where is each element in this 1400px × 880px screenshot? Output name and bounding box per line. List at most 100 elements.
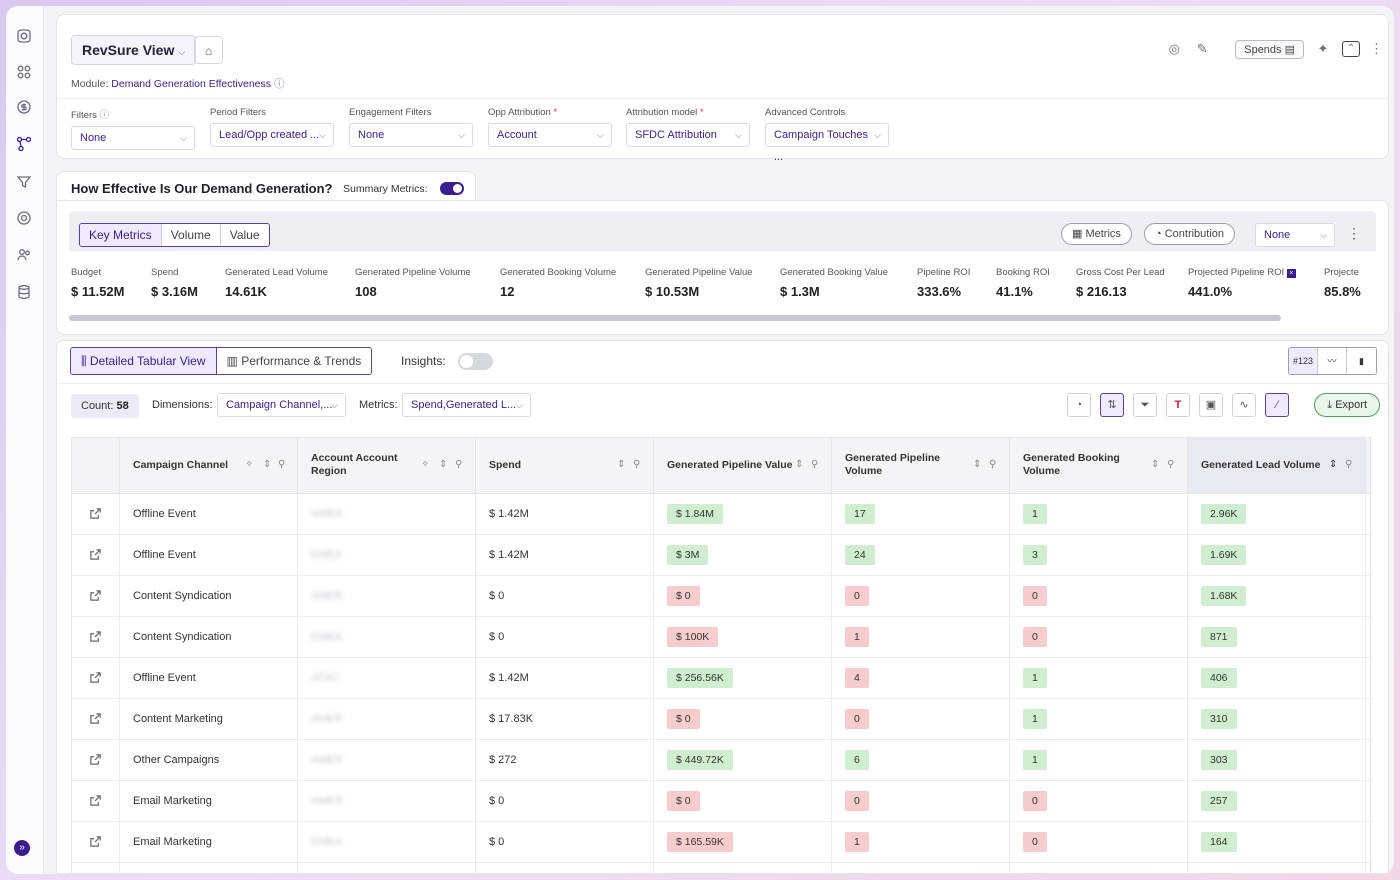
info-badge-icon[interactable]: × <box>1286 269 1296 278</box>
search-icon[interactable]: ⚲ <box>278 459 285 470</box>
more-icon[interactable]: ⋮ <box>1347 225 1361 242</box>
advanced-controls-select[interactable]: Campaign Touches ... ⌵ <box>765 123 889 163</box>
dimensions-label: Dimensions: <box>152 399 213 411</box>
open-link-icon[interactable] <box>89 589 102 602</box>
search-icon[interactable]: ⚲ <box>1167 459 1174 470</box>
search-icon[interactable]: ⚲ <box>811 459 818 470</box>
users-icon[interactable] <box>16 247 32 263</box>
pin-icon[interactable]: ✦ <box>1314 40 1332 58</box>
flow-icon[interactable] <box>16 136 32 152</box>
info-icon[interactable]: ⓘ <box>274 78 285 90</box>
tab-detailed-tabular-view[interactable]: ⫼ Detailed Tabular View <box>71 348 217 374</box>
header-generated-lead-volume[interactable]: Generated Lead Volume ⇕ ⚲ <box>1188 438 1366 494</box>
spends-button[interactable]: Spends ▤ <box>1235 39 1304 59</box>
expand-sidebar-icon[interactable]: » <box>14 840 30 856</box>
search-icon[interactable]: ⚲ <box>455 459 462 470</box>
table-row[interactable]: Other Campaigns AMER $ 272 $ 449.72K 6 1 303 <box>72 740 1370 781</box>
search-icon[interactable]: ⚲ <box>1345 459 1352 470</box>
database-icon[interactable] <box>16 284 32 300</box>
table-row[interactable]: Other CampaignsEMEA$ 272 $ 269.35K 5 1 147 <box>72 863 1370 874</box>
attribution-model-select[interactable]: SFDC Attribution ⌵ <box>626 123 750 147</box>
tab-key-metrics[interactable]: Key Metrics <box>80 224 162 246</box>
spend-value: $ 1.42M <box>489 672 529 684</box>
open-link-icon[interactable] <box>89 671 102 684</box>
insights-toggle[interactable] <box>458 353 493 370</box>
open-link-icon[interactable] <box>89 753 102 766</box>
table-row[interactable]: Offline Event AMER $ 1.42M $ 1.84M 17 1 2.96K <box>72 494 1370 535</box>
module-value[interactable]: Demand Generation Effectiveness <box>111 78 271 90</box>
header-actions-col <box>72 438 120 494</box>
open-link-icon[interactable] <box>89 507 102 520</box>
pin-icon[interactable]: ✧ <box>245 459 253 470</box>
period-filters-select[interactable]: Lead/Opp created ... ⌵ <box>210 123 334 147</box>
table-row[interactable]: Content Marketing AMER $ 17.83K $ 0 0 1 310 <box>72 699 1370 740</box>
open-link-icon[interactable] <box>89 835 102 848</box>
search-icon[interactable]: ⚲ <box>989 459 996 470</box>
bar-chart-icon[interactable]: ▮ <box>1347 348 1376 374</box>
tab-performance-trends[interactable]: ▥ Performance & Trends <box>216 348 372 374</box>
contribution-select[interactable]: None ⌵ <box>1255 223 1335 247</box>
export-button[interactable]: ⤓ Export <box>1314 393 1380 417</box>
table-row[interactable]: Email Marketing AMER $ 0 $ 0 0 0 257 <box>72 781 1370 822</box>
dollar-icon[interactable] <box>16 99 32 115</box>
table-row[interactable]: Content Syndication EMEA $ 0 $ 100K 1 0 871 <box>72 617 1370 658</box>
funnel-icon[interactable] <box>16 174 32 190</box>
view-selector[interactable]: RevSure View ⌵ <box>71 35 197 65</box>
tab-value[interactable]: Value <box>221 224 269 246</box>
header-generated-pipeline-value[interactable]: Generated Pipeline Value ⇕ ⚲ <box>654 438 832 494</box>
header-spend[interactable]: Spend ⇕ ⚲ <box>476 438 654 494</box>
header-generated-booking-volume[interactable]: Generated Booking Volume ⇕ ⚲ <box>1010 438 1188 494</box>
table-row[interactable]: Offline Event APAC $ 1.42M $ 256.56K 4 1 406 <box>72 658 1370 699</box>
cell-lead-volume: 310 <box>1188 699 1366 740</box>
pin-icon[interactable]: ✧ <box>421 459 429 470</box>
sparkline-icon[interactable]: ∿ <box>1232 393 1256 417</box>
instagram-icon[interactable] <box>16 28 32 44</box>
open-link-icon[interactable] <box>89 630 102 643</box>
open-link-icon[interactable] <box>89 794 102 807</box>
table-row[interactable]: Content Syndication AMER $ 0 $ 0 0 0 1.68K <box>72 576 1370 617</box>
sort-icon[interactable]: ⇕ <box>1151 459 1159 470</box>
calculator-icon[interactable]: ▣ <box>1199 393 1223 417</box>
dimensions-select[interactable]: Campaign Channel,... ⌵ <box>217 393 346 417</box>
sort-desc-icon[interactable]: ⇕ <box>1329 459 1337 470</box>
metrics-select[interactable]: Spend,Generated L... ⌵ <box>402 393 531 417</box>
opp-attribution-select[interactable]: Account ⌵ <box>488 123 612 147</box>
metrics-button[interactable]: ▦ Metrics <box>1061 223 1132 245</box>
edit-note-icon[interactable]: ✎ <box>1193 40 1211 58</box>
header-generated-pipeline-volume[interactable]: Generated Pipeline Volume ⇕ ⚲ <box>832 438 1010 494</box>
search-icon[interactable]: ⚲ <box>633 459 640 470</box>
sort-icon[interactable]: ⇕ <box>795 459 803 470</box>
contribution-button[interactable]: ◔ Contribution <box>1144 223 1236 245</box>
number-format-button[interactable]: #123 <box>1289 348 1318 374</box>
open-link-icon[interactable] <box>89 712 102 725</box>
table-row[interactable]: Email Marketing EMEA $ 0 $ 165.59K 1 0 164 <box>72 822 1370 863</box>
table-row[interactable]: Offline Event EMEA $ 1.42M $ 3M 24 3 1.69K <box>72 535 1370 576</box>
filters-select[interactable]: None ⌵ <box>71 126 195 150</box>
kpi-scrollbar[interactable] <box>69 315 1281 321</box>
engagement-filters-select[interactable]: None ⌵ <box>349 123 473 147</box>
clear-filter-icon[interactable]: T <box>1166 393 1190 417</box>
target-icon[interactable] <box>16 210 32 226</box>
trend-line-icon[interactable]: 〰 <box>1318 348 1347 374</box>
bar-chart-icon: ▥ <box>226 354 238 368</box>
brush-icon[interactable]: ∕ <box>1265 393 1289 417</box>
header-campaign-channel[interactable]: Campaign Channel ✧ ⇕ ⚲ <box>120 438 298 494</box>
collapse-icon[interactable]: ⌃ <box>1342 41 1360 57</box>
sort-icon[interactable]: ⇕ <box>439 459 447 470</box>
camera-icon[interactable]: ◎ <box>1165 40 1183 58</box>
home-button[interactable]: ⌂ <box>194 36 223 64</box>
sort-icon[interactable]: ⇕ <box>617 459 625 470</box>
sort-icon[interactable]: ⇕ <box>263 459 271 470</box>
grid-icon[interactable] <box>16 64 32 80</box>
summary-metrics-toggle[interactable] <box>440 182 464 195</box>
filter-icon[interactable]: ⏷ <box>1133 393 1157 417</box>
header-account-region[interactable]: Account Account Region ✧ ⇕ ⚲ <box>298 438 476 494</box>
column-settings-icon[interactable]: ⇅ <box>1100 393 1124 417</box>
pie-chart-icon[interactable]: ◔ <box>1067 393 1091 417</box>
open-link-icon[interactable] <box>89 548 102 561</box>
module-label: Module: <box>71 78 109 90</box>
sort-icon[interactable]: ⇕ <box>973 459 981 470</box>
tab-volume[interactable]: Volume <box>162 224 221 246</box>
more-icon[interactable]: ⋮ <box>1370 40 1383 58</box>
kpi-booking-roi: Booking ROI 41.1% <box>996 267 1050 299</box>
